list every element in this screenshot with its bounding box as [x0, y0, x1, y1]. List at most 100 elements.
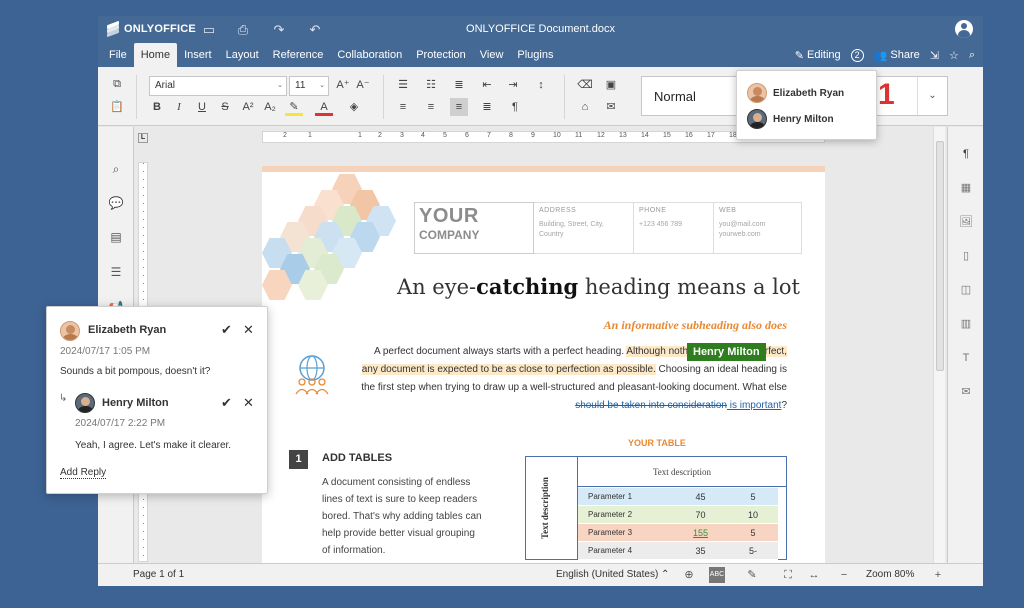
page-counter[interactable]: Page 1 of 1	[133, 569, 184, 580]
coeditors-count: 2	[850, 48, 864, 62]
navigation-icon[interactable]: ☰	[108, 264, 124, 280]
reply-date: 2024/07/17 2:22 PM	[75, 418, 166, 429]
reply-author: Henry Milton	[102, 397, 169, 409]
copy-icon[interactable]: ⧉	[108, 75, 126, 93]
tab-insert[interactable]: Insert	[177, 43, 219, 67]
table-row[interactable]: Parameter 2 70 10	[578, 506, 786, 524]
fit-width-icon[interactable]: ↔	[806, 567, 822, 583]
font-name-select[interactable]: Arial ⌄	[149, 76, 287, 96]
resolve-check-icon[interactable]: ✔	[221, 395, 232, 411]
vertical-scrollbar[interactable]	[933, 127, 945, 563]
table-settings-icon[interactable]: ▦	[959, 181, 973, 195]
tab-reference[interactable]: Reference	[266, 43, 331, 67]
increase-indent-icon[interactable]: ⇥	[504, 76, 522, 94]
tab-plugins[interactable]: Plugins	[510, 43, 560, 67]
multilevel-list-icon[interactable]: ≣	[450, 76, 468, 94]
align-right-icon[interactable]: ≡	[450, 98, 468, 116]
close-icon[interactable]: ✕	[243, 395, 254, 411]
bullet-list-icon[interactable]: ☰	[394, 76, 412, 94]
spellcheck-icon[interactable]: ABC	[709, 567, 725, 583]
coeditor-item[interactable]: Elizabeth Ryan	[747, 83, 844, 103]
style-normal[interactable]: Normal	[654, 89, 696, 104]
section-text[interactable]: A document consisting of endless lines o…	[322, 474, 482, 559]
justify-icon[interactable]: ≣	[478, 98, 496, 116]
table-row[interactable]: Parameter 3 155 5	[578, 524, 786, 542]
search-icon[interactable]: ⌕	[108, 161, 124, 177]
mail-merge-icon[interactable]: ✉	[602, 98, 620, 116]
tab-home[interactable]: Home	[133, 43, 178, 67]
user-account-icon[interactable]	[955, 20, 973, 38]
italic-icon[interactable]: I	[170, 98, 188, 116]
font-size-select[interactable]: 11 ⌄	[289, 76, 329, 96]
paragraph-marks-icon[interactable]: ¶	[506, 98, 524, 116]
shading-icon[interactable]: ▣	[602, 76, 620, 94]
comments-icon[interactable]: 💬	[108, 195, 124, 211]
copy-style-icon[interactable]: ⌂	[576, 98, 594, 116]
decrease-indent-icon[interactable]: ⇤	[478, 76, 496, 94]
tab-collaboration[interactable]: Collaboration	[330, 43, 409, 67]
tab-file[interactable]: File	[102, 43, 134, 67]
highlight-icon[interactable]: ✎	[285, 98, 303, 116]
text-art-icon[interactable]: T	[959, 351, 973, 365]
globe-icon[interactable]: ⊕	[681, 567, 697, 583]
coeditors-button[interactable]: 2	[850, 48, 864, 62]
strikethrough-icon[interactable]: S	[216, 98, 234, 116]
document-title: ONLYOFFICE Document.docx	[466, 23, 615, 35]
table-title[interactable]: YOUR TABLE	[628, 438, 686, 448]
document-page[interactable]: YOUR COMPANY ADDRESS Building, Street, C…	[262, 166, 825, 566]
add-reply-link[interactable]: Add Reply	[60, 467, 107, 479]
mail-merge-icon[interactable]: ✉	[959, 385, 973, 399]
tab-protection[interactable]: Protection	[409, 43, 473, 67]
document-heading[interactable]: An eye-catching heading means a lot	[350, 274, 800, 299]
style-heading-1[interactable]: 1	[878, 78, 895, 112]
address-block: ADDRESS Building, Street, City, Country	[534, 202, 634, 254]
search-icon[interactable]: ⌕	[969, 49, 975, 62]
tab-view[interactable]: View	[473, 43, 511, 67]
align-center-icon[interactable]: ≡	[422, 98, 440, 116]
paragraph-settings-icon[interactable]: ¶	[959, 147, 973, 161]
tab-stop-selector[interactable]: L	[138, 133, 148, 143]
data-table[interactable]: Text description Text description Parame…	[525, 456, 787, 560]
decrease-font-icon[interactable]: A⁻	[354, 76, 372, 94]
fill-color-icon[interactable]: ◈	[345, 98, 363, 116]
shape-settings-icon[interactable]: ◫	[959, 283, 973, 297]
paste-icon[interactable]: 📋	[108, 98, 126, 116]
numbered-list-icon[interactable]: ☷	[422, 76, 440, 94]
close-icon[interactable]: ✕	[243, 322, 254, 338]
fit-page-icon[interactable]: ⛶	[780, 567, 796, 583]
increase-font-icon[interactable]: A⁺	[334, 76, 352, 94]
zoom-level[interactable]: Zoom 80%	[866, 569, 914, 580]
chat-icon[interactable]: ▤	[108, 229, 124, 245]
favorite-star-icon[interactable]: ☆	[949, 49, 959, 62]
clear-style-icon[interactable]: ⌫	[576, 76, 594, 94]
coeditor-item[interactable]: Henry Milton	[747, 109, 834, 129]
share-button[interactable]: 👥 Share	[874, 49, 920, 62]
document-subheading[interactable]: An informative subheading also does	[462, 318, 787, 333]
header-footer-icon[interactable]: ▯	[959, 249, 973, 263]
chart-settings-icon[interactable]: ▥	[959, 317, 973, 331]
image-settings-icon[interactable]: 🖼	[959, 215, 973, 229]
section-title[interactable]: ADD TABLES	[322, 452, 392, 464]
pencil-icon: ✎	[794, 49, 805, 62]
resolve-check-icon[interactable]: ✔	[221, 322, 232, 338]
table-row[interactable]: Parameter 1 45 5	[578, 488, 786, 506]
track-changes-icon[interactable]: ✎	[744, 567, 760, 583]
zoom-in-icon[interactable]: +	[930, 567, 946, 583]
table-header: Text description	[578, 457, 786, 487]
scrollbar-thumb[interactable]	[936, 141, 944, 371]
tab-layout[interactable]: Layout	[219, 43, 266, 67]
menu-tabs: File Home Insert Layout Reference Collab…	[102, 43, 560, 67]
bold-icon[interactable]: B	[148, 98, 166, 116]
zoom-out-icon[interactable]: −	[836, 567, 852, 583]
editing-mode-button[interactable]: ✎ Editing	[795, 49, 841, 62]
language-select[interactable]: English (United States) ⌃	[556, 569, 669, 580]
chevron-down-icon[interactable]: ⌄	[917, 77, 947, 115]
open-location-icon[interactable]: ⇲	[930, 49, 939, 62]
underline-icon[interactable]: U	[193, 98, 211, 116]
font-color-icon[interactable]: A	[315, 98, 333, 116]
superscript-icon[interactable]: A²	[239, 98, 257, 116]
subscript-icon[interactable]: A₂	[261, 98, 279, 116]
table-row[interactable]: Parameter 4 35 5-	[578, 542, 786, 560]
line-spacing-icon[interactable]: ↕	[532, 76, 550, 94]
align-left-icon[interactable]: ≡	[394, 98, 412, 116]
